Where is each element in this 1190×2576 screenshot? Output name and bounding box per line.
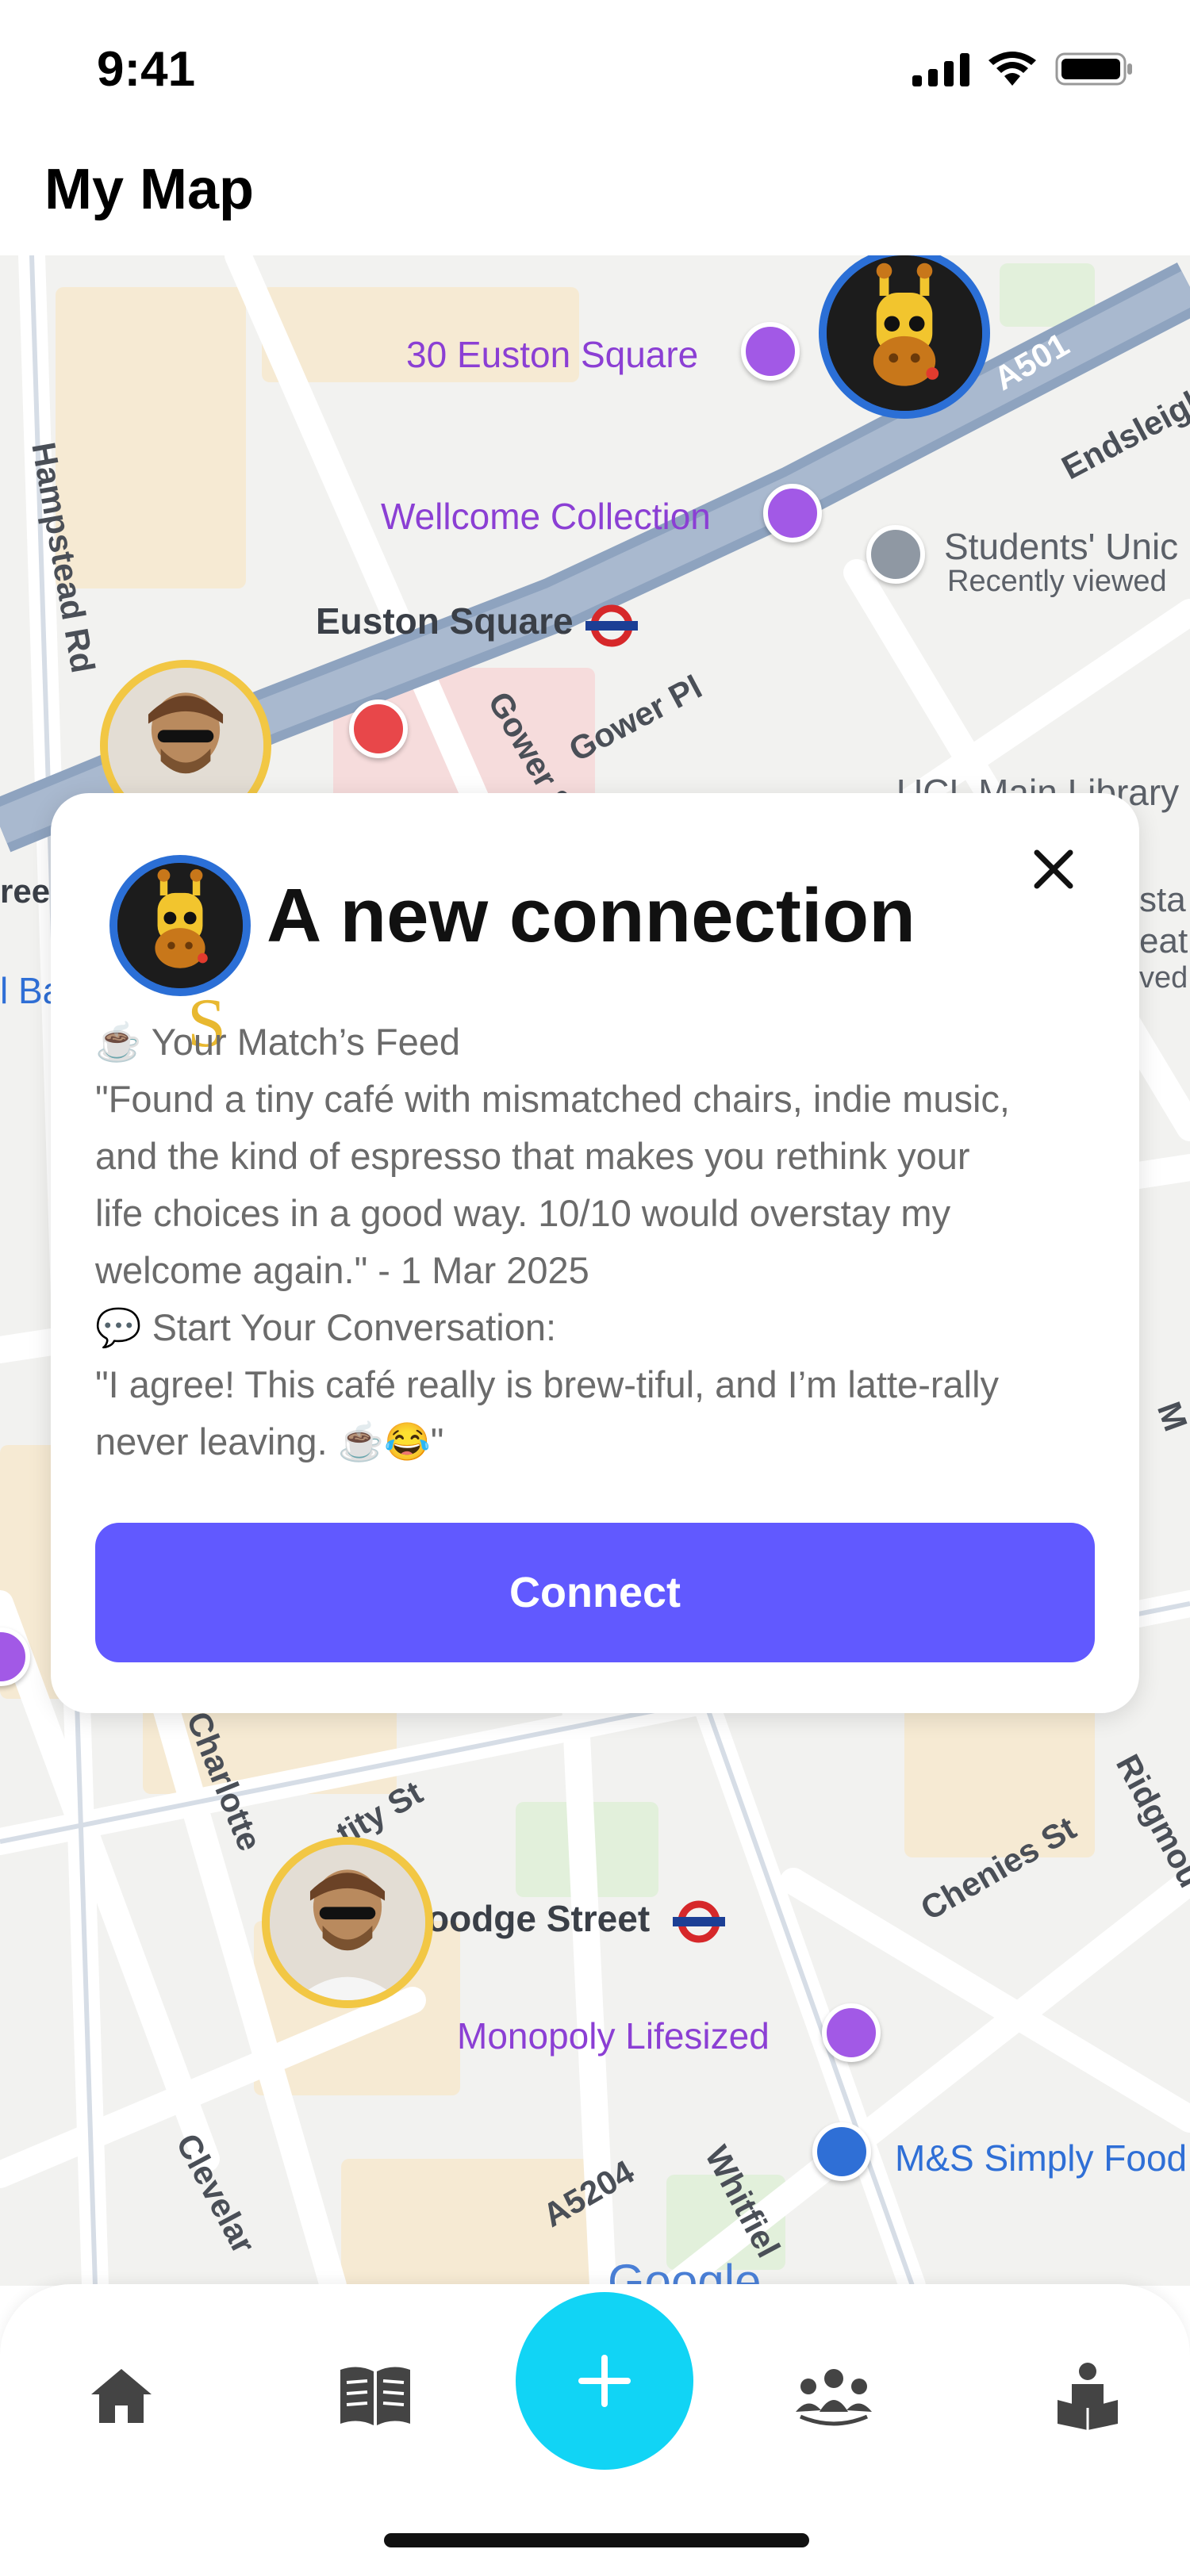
person-avatar-icon-2 — [270, 1845, 425, 2000]
museum-pin-icon[interactable] — [741, 322, 800, 381]
nav-home[interactable] — [78, 2352, 165, 2440]
header: My Map — [0, 143, 1190, 255]
conversation-heading: 💬 Start Your Conversation: — [95, 1306, 557, 1348]
map-label-euston-square-station[interactable]: Euston Square — [316, 600, 574, 642]
underground-icon — [585, 604, 638, 647]
battery-icon — [1055, 52, 1132, 86]
status-time: 9:41 — [97, 42, 196, 97]
wifi-icon — [988, 52, 1036, 86]
home-icon — [91, 2369, 152, 2423]
modal-title: A new connection — [267, 873, 916, 958]
nav-learn[interactable] — [1044, 2352, 1131, 2440]
map-label-students-union[interactable]: Students' Unic — [944, 525, 1178, 568]
status-bar: 9:41 — [0, 0, 1190, 143]
feed-line: and the kind of espresso that makes you … — [95, 1135, 970, 1177]
app-screen: 9:41 My Map 30 Euston Square Wellcome Co… — [0, 0, 1190, 2576]
map-label-left-edge-1: ree — [0, 872, 51, 910]
status-icons — [912, 51, 1134, 87]
home-indicator[interactable] — [384, 2533, 809, 2547]
map-label-google: Google — [608, 2255, 762, 2286]
feed-line: "Found a tiny café with mismatched chair… — [95, 1078, 1010, 1120]
map-label-euston-square-30[interactable]: 30 Euston Square — [406, 333, 698, 376]
group-icon — [796, 2369, 872, 2426]
reader-icon — [1058, 2363, 1118, 2430]
map-label-ms-food[interactable]: M&S Simply Food — [895, 2137, 1187, 2179]
map-label-right-edge-2: eat — [1139, 922, 1188, 960]
conversation-line: "I agree! This café really is brew-tiful… — [95, 1363, 1000, 1405]
giraffe-icon-modal — [117, 863, 243, 988]
map-label-goodge-street[interactable]: oodge Street — [427, 1897, 650, 1940]
shopping-pin-icon[interactable] — [812, 2122, 871, 2181]
giraffe-icon — [827, 255, 982, 411]
modal-giraffe-avatar — [109, 855, 251, 996]
feed-line: welcome again." - 1 Mar 2025 — [95, 1249, 589, 1291]
plus-icon — [578, 2355, 631, 2407]
feed-line: life choices in a good way. 10/10 would … — [95, 1192, 951, 1234]
map-label-right-edge-3: ved — [1139, 961, 1188, 995]
nav-community[interactable] — [790, 2352, 877, 2440]
close-icon — [1034, 849, 1073, 889]
feed-heading: ☕ Your Match’s Feed — [95, 1021, 461, 1063]
signal-icon — [912, 53, 969, 86]
hospital-pin-icon[interactable] — [349, 700, 408, 758]
person-avatar-pin-bottom[interactable] — [262, 1837, 433, 2008]
book-icon — [340, 2367, 410, 2425]
nav-journal[interactable] — [332, 2352, 419, 2440]
camera-pin-icon[interactable] — [822, 2003, 881, 2062]
connect-button[interactable]: Connect — [95, 1523, 1095, 1662]
university-pin-icon[interactable] — [866, 525, 925, 584]
map-label-wellcome[interactable]: Wellcome Collection — [381, 495, 711, 538]
add-button[interactable] — [516, 2292, 693, 2470]
map-label-monopoly[interactable]: Monopoly Lifesized — [457, 2014, 770, 2057]
giraffe-avatar-pin[interactable] — [819, 255, 990, 419]
connection-modal: A new connection S ☕ Your Match’s Feed "… — [51, 793, 1139, 1713]
modal-body: ☕ Your Match’s Feed "Found a tiny café w… — [95, 1014, 1095, 1470]
map-label-recently-viewed: Recently viewed — [947, 565, 1167, 598]
map-label-right-edge-1: sta — [1139, 880, 1186, 919]
page-title: My Map — [44, 158, 255, 221]
close-button[interactable] — [1023, 839, 1084, 899]
conversation-line: never leaving. ☕😂" — [95, 1420, 444, 1462]
underground-icon-goodge — [673, 1900, 725, 1943]
gallery-pin-icon[interactable] — [763, 484, 822, 542]
